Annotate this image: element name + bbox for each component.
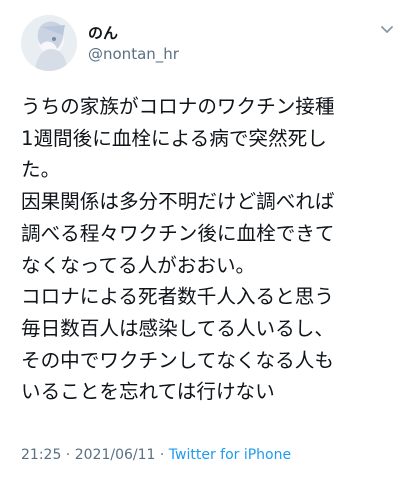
tweet-text-line: 毎日数百人は感染してる人いるし、 <box>21 316 334 340</box>
tweet-text: うちの家族がコロナのワクチン接種 1週間後に血栓による病で突然死し た。 因果関… <box>21 91 411 408</box>
tweet-source-link[interactable]: Twitter for iPhone <box>169 447 291 463</box>
tweet-text-line: た。 <box>21 158 61 182</box>
display-name[interactable]: のん <box>88 24 118 42</box>
tweet-text-line: 1週間後に血栓による病で突然死し <box>21 126 327 150</box>
tweet-time[interactable]: 21:25 <box>21 447 61 463</box>
tweet-date[interactable]: 2021/06/11 <box>75 447 156 463</box>
tweet-text-line: 調べる程々ワクチン後に血栓できて <box>21 221 335 245</box>
tweet-text-line: その中でワクチンしてなくなる人も <box>21 348 334 372</box>
tweet-text-line: 因果関係は多分不明だけど調べれば <box>21 190 335 214</box>
chevron-down-icon[interactable] <box>376 18 398 40</box>
tweet-meta: 21:25 · 2021/06/11 · Twitter for iPhone <box>21 446 291 464</box>
tweet-text-line: うちの家族がコロナのワクチン接種 <box>21 95 335 118</box>
meta-separator: · <box>61 447 75 463</box>
avatar-image <box>21 15 77 71</box>
avatar[interactable] <box>21 15 77 71</box>
tweet-text-line: コロナによる死者数千人入ると思う <box>21 285 334 309</box>
tweet-card: のん @nontan_hr うちの家族がコロナのワクチン接種 1週間後に血栓によ… <box>0 0 414 482</box>
tweet-text-line: いることを忘れては行けない <box>21 380 275 404</box>
meta-separator: · <box>155 447 169 463</box>
tweet-text-line: なくなってる人がおおい。 <box>21 253 256 277</box>
user-handle[interactable]: @nontan_hr <box>88 45 179 63</box>
